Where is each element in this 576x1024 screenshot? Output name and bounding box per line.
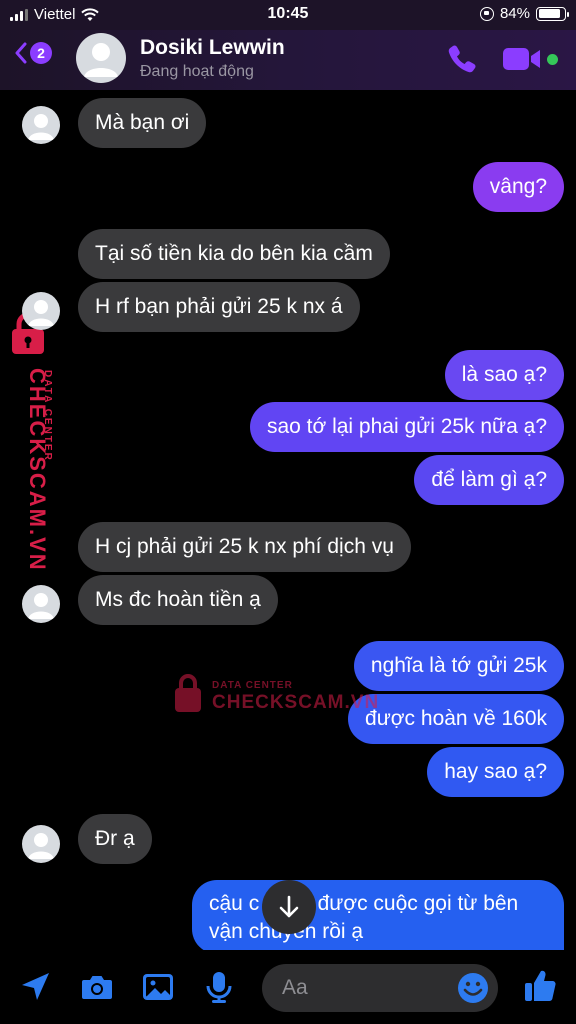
sender-avatar[interactable] <box>22 585 60 623</box>
message-incoming[interactable]: Mà bạn ơi <box>78 98 207 148</box>
status-right: 84% <box>479 5 569 22</box>
message-incoming[interactable]: H rf bạn phải gửi 25 k nx á <box>78 282 360 332</box>
location-arrow-icon[interactable] <box>18 970 52 1004</box>
message-outgoing[interactable]: nghĩa là tớ gửi 25k <box>353 641 564 691</box>
active-status: Đang hoạt động <box>140 63 254 80</box>
unread-badge: 2 <box>30 42 52 64</box>
sender-avatar[interactable] <box>22 292 60 330</box>
video-call-icon[interactable] <box>502 45 542 73</box>
message-outgoing[interactable]: hay sao ạ? <box>427 747 564 797</box>
message-outgoing[interactable]: sao tớ lại phai gửi 25k nữa ạ? <box>249 402 564 452</box>
chevron-left-icon <box>15 42 27 64</box>
watermark-sub: DATA CENTER <box>212 680 293 691</box>
chat-header: 2 Dosiki Lewwin Đang hoạt động <box>0 30 576 90</box>
default-avatar-icon <box>84 43 118 77</box>
status-bar: Viettel 10:45 84% <box>0 0 576 30</box>
watermark-center: DATA CENTER CHECKSCAM.VN <box>172 672 378 718</box>
default-avatar-icon <box>28 114 54 140</box>
message-input-placeholder: Aa <box>282 976 308 999</box>
message-outgoing[interactable]: vâng? <box>472 162 564 212</box>
default-avatar-icon <box>28 833 54 859</box>
online-indicator <box>547 54 558 65</box>
thumbs-up-icon[interactable] <box>522 968 558 1004</box>
message-outgoing[interactable]: cậu c nhận được cuộc gọi từ bên vận chuy… <box>192 880 564 954</box>
back-button[interactable]: 2 <box>14 42 52 64</box>
sender-avatar[interactable] <box>22 106 60 144</box>
orientation-lock-icon <box>479 6 494 21</box>
message-incoming[interactable]: Đr ạ <box>78 814 152 864</box>
message-incoming[interactable]: H cj phải gửi 25 k nx phí dịch vụ <box>78 522 411 572</box>
emoji-icon[interactable] <box>456 971 490 1005</box>
message-outgoing[interactable]: là sao ạ? <box>444 350 564 400</box>
watermark-side: CHECKSCAM.VN DATA CENTER <box>6 312 60 572</box>
message-input[interactable]: Aa <box>262 964 498 1012</box>
watermark-sub: DATA CENTER <box>42 370 53 462</box>
default-avatar-icon <box>28 300 54 326</box>
arrow-down-icon <box>279 895 299 918</box>
battery-icon <box>536 6 569 21</box>
message-outgoing[interactable]: được hoàn về 160k <box>348 694 564 744</box>
watermark-brand: CHECKSCAM.VN <box>212 692 380 713</box>
sender-avatar[interactable] <box>22 825 60 863</box>
message-outgoing[interactable]: để làm gì ạ? <box>414 455 564 505</box>
microphone-icon[interactable] <box>202 970 236 1004</box>
composer-bar: Aa <box>0 950 576 1024</box>
lock-logo-icon <box>175 674 201 712</box>
battery-percent: 84% <box>499 5 530 22</box>
phone-call-icon[interactable] <box>446 43 478 75</box>
message-incoming[interactable]: Ms đc hoàn tiền ạ <box>78 575 278 625</box>
contact-name[interactable]: Dosiki Lewwin <box>140 36 285 60</box>
image-gallery-icon[interactable] <box>141 970 175 1004</box>
message-incoming[interactable]: Tại số tiền kia do bên kia cầm <box>78 229 390 279</box>
scroll-to-bottom-button[interactable] <box>262 880 316 934</box>
default-avatar-icon <box>28 593 54 619</box>
contact-avatar[interactable] <box>76 33 126 83</box>
camera-icon[interactable] <box>80 970 114 1004</box>
